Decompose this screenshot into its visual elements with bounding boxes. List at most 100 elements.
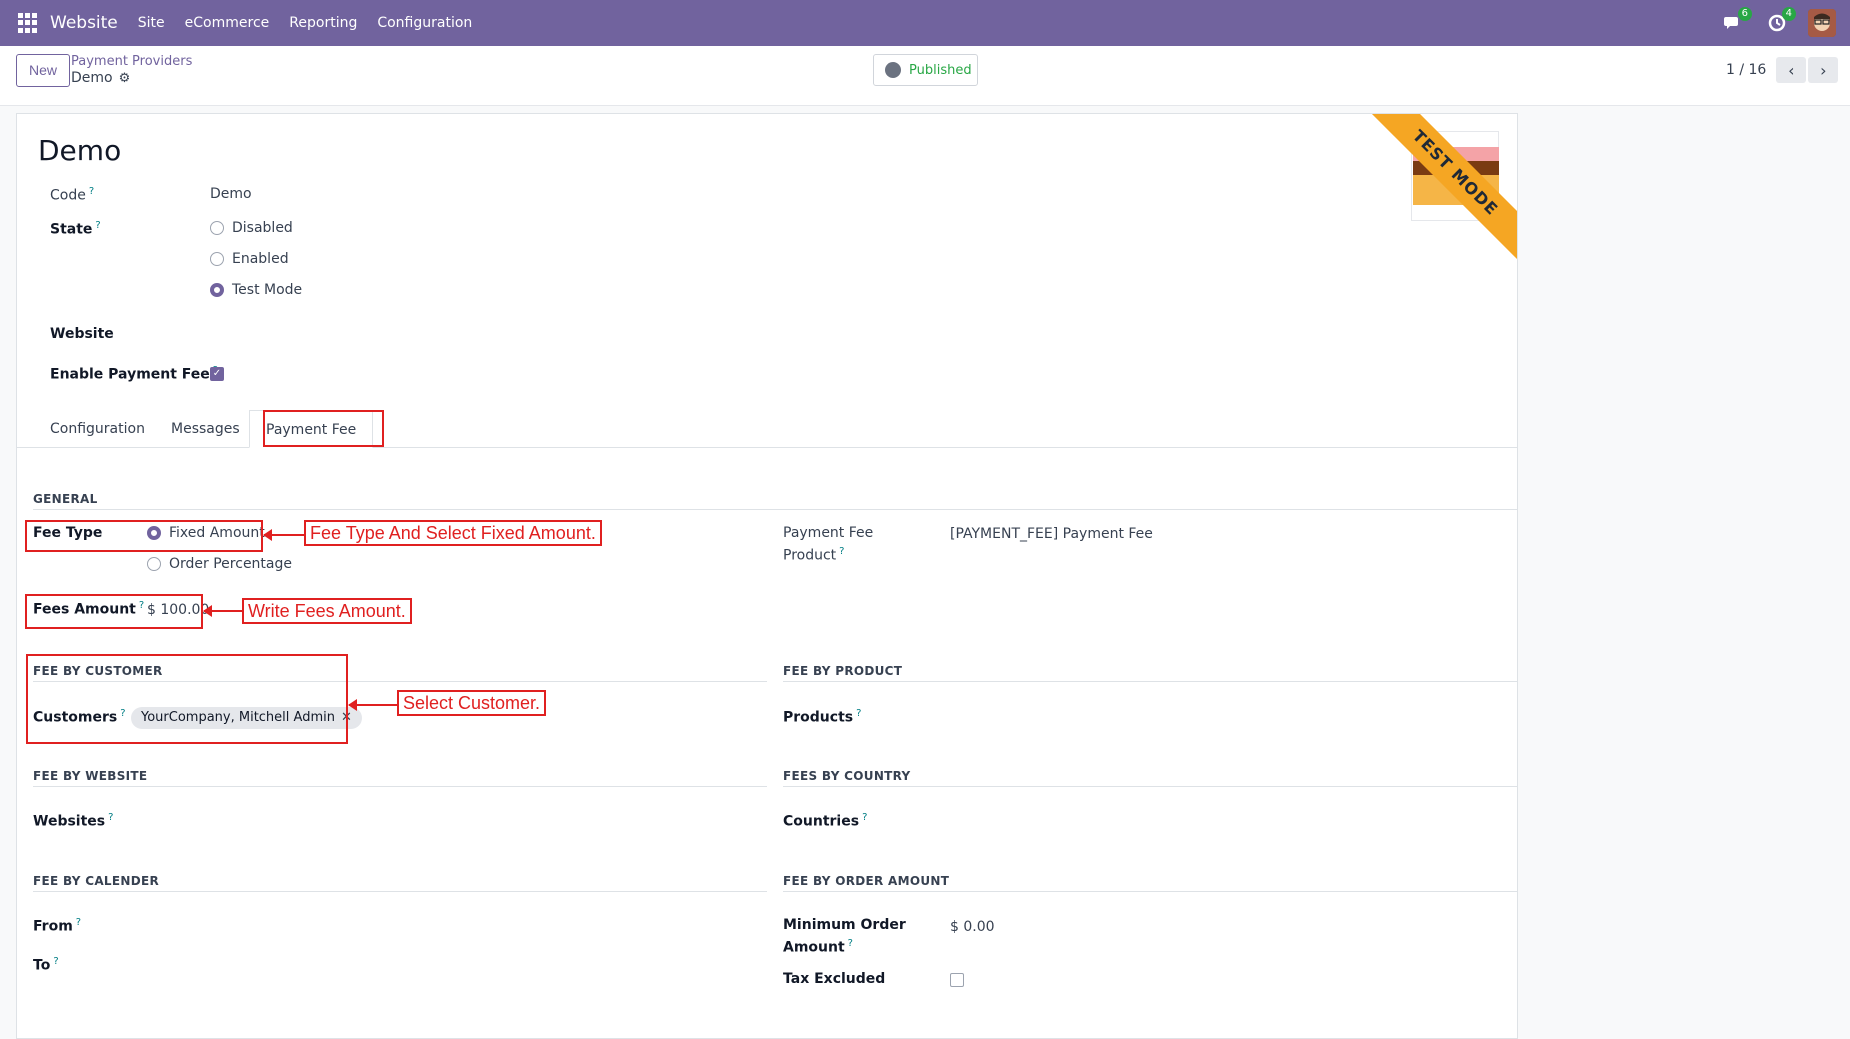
top-navbar: Website Site eCommerce Reporting Configu… xyxy=(0,0,1850,46)
tab-configuration[interactable]: Configuration xyxy=(34,410,161,448)
annotation-box-fee-type xyxy=(25,520,263,552)
menu-site[interactable]: Site xyxy=(138,15,165,31)
app-name[interactable]: Website xyxy=(50,13,118,33)
messages-icon[interactable]: 6 xyxy=(1720,7,1752,36)
annotation-arrow-customer xyxy=(348,699,397,711)
section-fee-by-calender: FEE BY CALENDER xyxy=(33,874,160,888)
payment-fee-product-value[interactable]: [PAYMENT_FEE] Payment Fee xyxy=(950,526,1153,542)
help-icon[interactable]: ? xyxy=(89,186,94,197)
payment-fee-product-label-text: Product xyxy=(783,547,837,564)
ribbon-label: TEST MODE xyxy=(1367,114,1517,263)
state-option-test-mode[interactable]: Test Mode xyxy=(210,282,302,298)
radio-icon xyxy=(210,252,224,266)
test-mode-ribbon: TEST MODE xyxy=(1367,114,1517,264)
help-icon[interactable]: ? xyxy=(848,938,853,949)
help-icon[interactable]: ? xyxy=(53,956,58,967)
tax-excluded-checkbox[interactable] xyxy=(950,973,964,987)
website-label: Website xyxy=(50,326,114,342)
divider xyxy=(33,786,767,787)
section-fee-by-website: FEE BY WEBSITE xyxy=(33,769,148,783)
section-fee-by-order-amount: FEE BY ORDER AMOUNT xyxy=(783,874,950,888)
activities-badge: 4 xyxy=(1781,7,1796,21)
pager-value[interactable]: 1 / 16 xyxy=(1726,62,1766,78)
annotation-box-fees-amount xyxy=(25,594,203,629)
help-icon[interactable]: ? xyxy=(862,812,867,823)
menu-configuration[interactable]: Configuration xyxy=(377,15,472,31)
websites-label: Websites? xyxy=(33,812,113,830)
radio-icon xyxy=(210,221,224,235)
annotation-box-payment-fee-tab xyxy=(263,410,384,447)
pager-next-button[interactable]: › xyxy=(1808,57,1839,83)
radio-icon xyxy=(147,557,161,571)
state-option-enabled[interactable]: Enabled xyxy=(210,251,289,267)
minimum-order-label-line2: Amount? xyxy=(783,938,853,956)
from-label-text: From xyxy=(33,918,73,935)
countries-label-text: Countries xyxy=(783,813,860,830)
to-label: To? xyxy=(33,956,59,974)
gear-icon[interactable]: ⚙ xyxy=(119,71,131,86)
breadcrumb-current: Demo ⚙ xyxy=(71,70,130,86)
annotation-box-fee-by-customer xyxy=(26,654,348,744)
products-label-text: Products xyxy=(783,709,854,726)
notebook-tabs: Configuration Messages Payment Fee xyxy=(17,410,1517,448)
products-label: Products? xyxy=(783,708,861,726)
fee-type-option-label: Order Percentage xyxy=(169,556,292,572)
globe-icon xyxy=(885,62,901,78)
annotation-arrow-fees-amount xyxy=(203,605,242,617)
enable-payment-fee-label-text: Enable Payment Fee xyxy=(50,366,210,383)
tab-messages[interactable]: Messages xyxy=(155,410,256,448)
menu-reporting[interactable]: Reporting xyxy=(289,15,357,31)
help-icon[interactable]: ? xyxy=(95,220,100,231)
code-value[interactable]: Demo xyxy=(210,186,252,202)
user-avatar[interactable] xyxy=(1808,9,1836,37)
state-option-disabled[interactable]: Disabled xyxy=(210,220,293,236)
to-label-text: To xyxy=(33,957,51,974)
divider xyxy=(33,509,1517,510)
pager: 1 / 16 ‹ › xyxy=(1726,57,1839,83)
state-label: State? xyxy=(50,220,101,238)
section-fee-by-product: FEE BY PRODUCT xyxy=(783,664,903,678)
state-option-label: Disabled xyxy=(232,220,293,236)
messages-badge: 6 xyxy=(1737,7,1752,21)
section-general: GENERAL xyxy=(33,492,98,506)
help-icon[interactable]: ? xyxy=(76,917,81,928)
minimum-order-value[interactable]: $ 0.00 xyxy=(950,919,995,935)
control-panel: New Payment Providers Demo ⚙ Published 1… xyxy=(0,46,1850,106)
menu-ecommerce[interactable]: eCommerce xyxy=(185,15,270,31)
tax-excluded-label: Tax Excluded xyxy=(783,971,886,987)
payment-fee-product-label-line1: Payment Fee xyxy=(783,525,874,541)
breadcrumb-parent[interactable]: Payment Providers xyxy=(71,54,192,69)
activities-icon[interactable]: 4 xyxy=(1764,7,1796,36)
apps-menu-icon[interactable] xyxy=(18,13,38,33)
enable-payment-fee-checkbox[interactable]: ✓ xyxy=(210,367,224,381)
breadcrumb-current-label: Demo xyxy=(71,70,113,86)
help-icon[interactable]: ? xyxy=(108,812,113,823)
divider xyxy=(783,681,1517,682)
record-title[interactable]: Demo xyxy=(38,134,121,167)
published-button[interactable]: Published xyxy=(873,54,978,86)
annotation-note-fee-type: Fee Type And Select Fixed Amount. xyxy=(304,520,602,546)
from-label: From? xyxy=(33,917,81,935)
new-button[interactable]: New xyxy=(16,54,71,87)
published-label: Published xyxy=(909,62,972,78)
fee-type-order-percentage[interactable]: Order Percentage xyxy=(147,556,292,572)
state-option-label: Test Mode xyxy=(232,282,303,298)
payment-fee-product-label-line2: Product? xyxy=(783,546,844,564)
minimum-order-label-line1: Minimum Order xyxy=(783,917,906,933)
minimum-order-label-text: Amount xyxy=(783,939,845,956)
divider xyxy=(783,891,1517,892)
radio-selected-icon xyxy=(210,283,224,297)
state-option-label: Enabled xyxy=(232,251,289,267)
help-icon[interactable]: ? xyxy=(856,708,861,719)
countries-label: Countries? xyxy=(783,812,867,830)
divider xyxy=(783,786,1517,787)
annotation-note-fees-amount: Write Fees Amount. xyxy=(242,598,412,624)
divider xyxy=(33,891,767,892)
help-icon[interactable]: ? xyxy=(839,546,844,557)
code-label-text: Code xyxy=(50,187,86,204)
websites-label-text: Websites xyxy=(33,813,106,830)
section-fees-by-country: FEES BY COUNTRY xyxy=(783,769,911,783)
annotation-note-customer: Select Customer. xyxy=(397,690,547,716)
pager-previous-button[interactable]: ‹ xyxy=(1776,57,1807,83)
form-sheet: Demo TEST MODE Code? Demo State? Disable… xyxy=(16,113,1518,1039)
